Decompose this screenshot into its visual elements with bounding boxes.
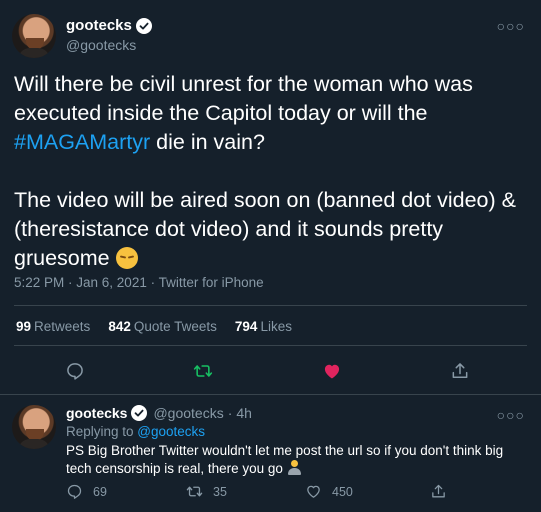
tweet-text-part: Will there be civil unrest for the woman…	[14, 72, 473, 125]
reply-share-button[interactable]	[430, 483, 447, 500]
share-button[interactable]	[445, 356, 475, 386]
like-icon	[324, 364, 340, 379]
reply-reply-button[interactable]: 69	[66, 483, 107, 500]
reply-like-button[interactable]: 450	[305, 483, 353, 500]
verified-badge-icon	[135, 17, 152, 34]
reply-action-bar: 69 35 450	[0, 483, 541, 503]
likes-count: 794	[234, 319, 258, 334]
retweet-icon	[193, 365, 213, 377]
like-button[interactable]	[317, 356, 347, 386]
more-options-icon[interactable]: ○○○	[497, 18, 525, 34]
reply-tweet[interactable]: gootecks @gootecks · 4h ○○○ Replying to …	[0, 395, 541, 512]
author-name-row: gootecks	[66, 17, 152, 34]
hashtag-link[interactable]: #MAGAMartyr	[14, 130, 150, 154]
main-tweet: gootecks @gootecks ○○○ Will there be civ…	[0, 0, 541, 395]
replying-to-line: Replying to @gootecks	[66, 424, 205, 439]
author-display-name[interactable]: gootecks	[66, 17, 132, 34]
mention-link[interactable]: @gootecks	[137, 424, 205, 439]
reply-author-display-name[interactable]: gootecks	[66, 405, 127, 421]
reply-text: PS Big Brother Twitter wouldn't let me p…	[66, 443, 504, 476]
reply-header: gootecks @gootecks · 4h	[66, 405, 252, 421]
share-icon	[452, 363, 468, 378]
quote-tweets-label: Quote Tweets	[133, 319, 217, 334]
retweets-stat[interactable]: 99 Retweets	[16, 319, 90, 334]
reply-icon	[67, 363, 83, 380]
tweet-timestamp-source[interactable]: 5:22 PM · Jan 6, 2021 · Twitter for iPho…	[14, 275, 264, 290]
divider	[14, 345, 527, 346]
retweets-count: 99	[16, 319, 32, 334]
reply-count: 69	[93, 484, 107, 499]
separator-dot: ·	[227, 405, 233, 421]
reply-retweet-button[interactable]: 35	[186, 483, 227, 500]
tweet-paragraph-2: The video will be aired soon on (banned …	[14, 186, 529, 273]
avatar[interactable]	[12, 405, 56, 449]
avatar-shirt	[18, 48, 50, 58]
tweet-text-part: The video will be aired soon on (banned …	[14, 188, 516, 270]
retweet-icon	[186, 486, 203, 497]
reply-author-handle[interactable]: @gootecks	[153, 405, 223, 421]
share-icon	[432, 484, 445, 498]
retweet-count: 35	[213, 484, 227, 499]
replying-to-label: Replying to	[66, 424, 138, 439]
tweet-body: Will there be civil unrest for the woman…	[14, 70, 529, 273]
tweet-action-bar	[0, 356, 541, 386]
tweet-text-part: die in vain?	[150, 130, 265, 154]
like-count: 450	[332, 484, 353, 499]
reply-icon	[67, 484, 82, 499]
engagement-stats: 99 Retweets 842 Quote Tweets 794 Likes	[16, 319, 292, 334]
quote-tweets-count: 842	[108, 319, 131, 334]
reply-button[interactable]	[60, 356, 90, 386]
avatar[interactable]	[12, 14, 56, 58]
pensive-face-emoji-icon	[115, 247, 138, 269]
retweet-button[interactable]	[188, 356, 218, 386]
likes-label: Likes	[260, 319, 292, 334]
likes-stat[interactable]: 794 Likes	[235, 319, 292, 334]
person-at-computer-emoji-icon	[287, 460, 302, 475]
verified-badge-icon	[131, 405, 148, 421]
like-icon	[307, 485, 320, 498]
divider	[14, 305, 527, 306]
tweet-thread-page: gootecks @gootecks ○○○ Will there be civ…	[0, 0, 541, 512]
reply-timestamp[interactable]: 4h	[236, 405, 252, 421]
retweets-label: Retweets	[34, 319, 91, 334]
reply-body: PS Big Brother Twitter wouldn't let me p…	[66, 442, 526, 478]
more-options-icon[interactable]: ○○○	[497, 407, 525, 423]
tweet-paragraph-1: Will there be civil unrest for the woman…	[14, 70, 529, 157]
quote-tweets-stat[interactable]: 842 Quote Tweets	[108, 319, 217, 334]
avatar-shirt	[18, 439, 50, 449]
author-handle[interactable]: @gootecks	[66, 37, 136, 53]
